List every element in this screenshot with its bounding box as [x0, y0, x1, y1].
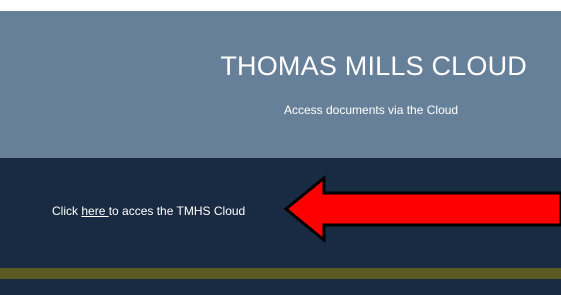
access-suffix: to acces the TMHS Cloud	[108, 204, 246, 218]
page: THOMAS MILLS CLOUD Access documents via …	[0, 0, 561, 295]
page-title: THOMAS MILLS CLOUD	[220, 51, 527, 81]
accent-bar	[0, 268, 561, 279]
red-arrow-left-icon	[283, 175, 561, 243]
access-instruction: Click here to acces the TMHS Cloud	[52, 204, 245, 218]
top-strip	[0, 0, 561, 11]
bottom-band	[0, 279, 561, 295]
page-subtitle: Access documents via the Cloud	[284, 103, 459, 117]
access-prefix: Click	[52, 204, 82, 218]
cloud-access-link[interactable]: here	[81, 204, 108, 218]
arrow-shape	[283, 175, 561, 243]
header-banner: THOMAS MILLS CLOUD Access documents via …	[0, 11, 561, 158]
